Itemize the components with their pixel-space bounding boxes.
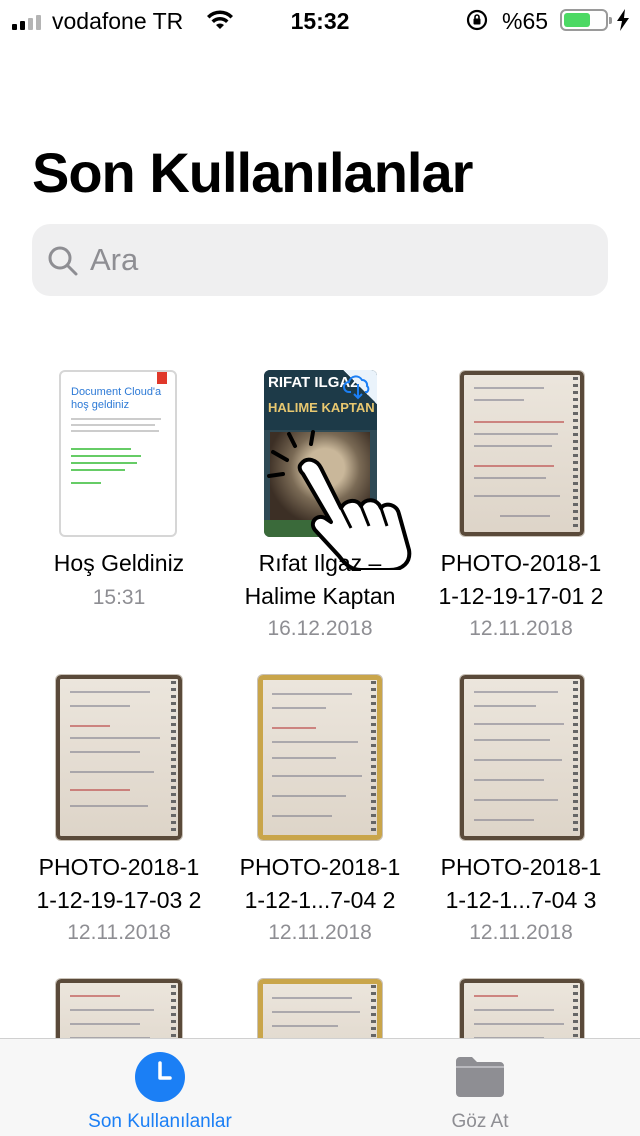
- photo-thumbnail: [459, 370, 585, 537]
- search-icon: [48, 246, 78, 276]
- photo-thumbnail: [55, 674, 183, 841]
- file-date: 15:31: [92, 586, 146, 609]
- search-input[interactable]: [90, 238, 590, 282]
- file-item-photo[interactable]: PHOTO-2018-1 1-12-1...7-04 3 12.11.2018: [420, 644, 622, 944]
- file-name: Hoş Geldiniz: [53, 550, 185, 576]
- adobe-logo-icon: [157, 372, 167, 384]
- file-name: Rıfat Ilgaz –: [258, 550, 382, 576]
- photo-thumbnail: [459, 674, 585, 841]
- file-item-photo[interactable]: PHOTO-2018-1 1-12-1...7-04 2 12.11.2018: [219, 644, 421, 944]
- search-bar[interactable]: [32, 224, 608, 296]
- tab-bar: Son Kullanılanlar Göz At: [0, 1038, 640, 1136]
- file-date: 16.12.2018: [267, 617, 373, 640]
- folder-icon: [456, 1057, 504, 1097]
- file-name-line2: 1-12-19-17-03 2: [36, 887, 202, 913]
- file-item-photo[interactable]: PHOTO-2018-1 1-12-19-17-01 2 12.11.2018: [420, 340, 622, 640]
- file-name-line2: Halime Kaptan: [244, 583, 396, 609]
- file-item-book[interactable]: RIFAT ILGAZ HALIME KAPTAN Rıfat Ilgaz – …: [219, 340, 421, 640]
- status-bar: vodafone TR 15:32 %65: [0, 0, 640, 40]
- file-name: PHOTO-2018-1: [440, 854, 602, 880]
- file-name: PHOTO-2018-1: [239, 854, 401, 880]
- file-name: PHOTO-2018-1: [38, 854, 200, 880]
- file-name-line2: 1-12-1...7-04 3: [445, 887, 597, 913]
- file-item-photo[interactable]: [219, 948, 421, 1078]
- welcome-doc-heading: Document Cloud'a hoş geldiniz: [71, 386, 162, 411]
- battery-icon: [560, 9, 612, 31]
- clock-icon: [135, 1052, 185, 1102]
- battery-percentage: %65: [502, 8, 549, 34]
- file-name-line2: 1-12-1...7-04 2: [244, 887, 396, 913]
- file-item-photo[interactable]: [18, 948, 220, 1078]
- document-thumbnail: Document Cloud'a hoş geldiniz: [59, 370, 177, 537]
- tab-browse[interactable]: Göz At: [320, 1039, 640, 1136]
- photo-thumbnail: [257, 674, 383, 841]
- file-date: 12.11.2018: [268, 921, 372, 944]
- charging-bolt-icon: [617, 9, 629, 31]
- file-date: 12.11.2018: [469, 921, 573, 944]
- page-title: Son Kullanılanlar: [32, 141, 473, 204]
- file-item-welcome[interactable]: Document Cloud'a hoş geldiniz Hoş Geldin…: [18, 340, 220, 630]
- cloud-download-icon: [343, 375, 370, 400]
- file-item-photo[interactable]: PHOTO-2018-1 1-12-19-17-03 2 12.11.2018: [18, 644, 220, 944]
- tab-recents[interactable]: Son Kullanılanlar: [0, 1039, 320, 1136]
- tab-browse-label: Göz At: [451, 1111, 509, 1132]
- file-name-line2: 1-12-19-17-01 2: [438, 583, 604, 609]
- file-date: 12.11.2018: [469, 617, 573, 640]
- file-date: 12.11.2018: [67, 921, 171, 944]
- file-name: PHOTO-2018-1: [440, 550, 602, 576]
- tab-recents-label: Son Kullanılanlar: [88, 1111, 232, 1132]
- rotation-lock-icon: [466, 9, 488, 31]
- file-item-photo[interactable]: [420, 948, 622, 1078]
